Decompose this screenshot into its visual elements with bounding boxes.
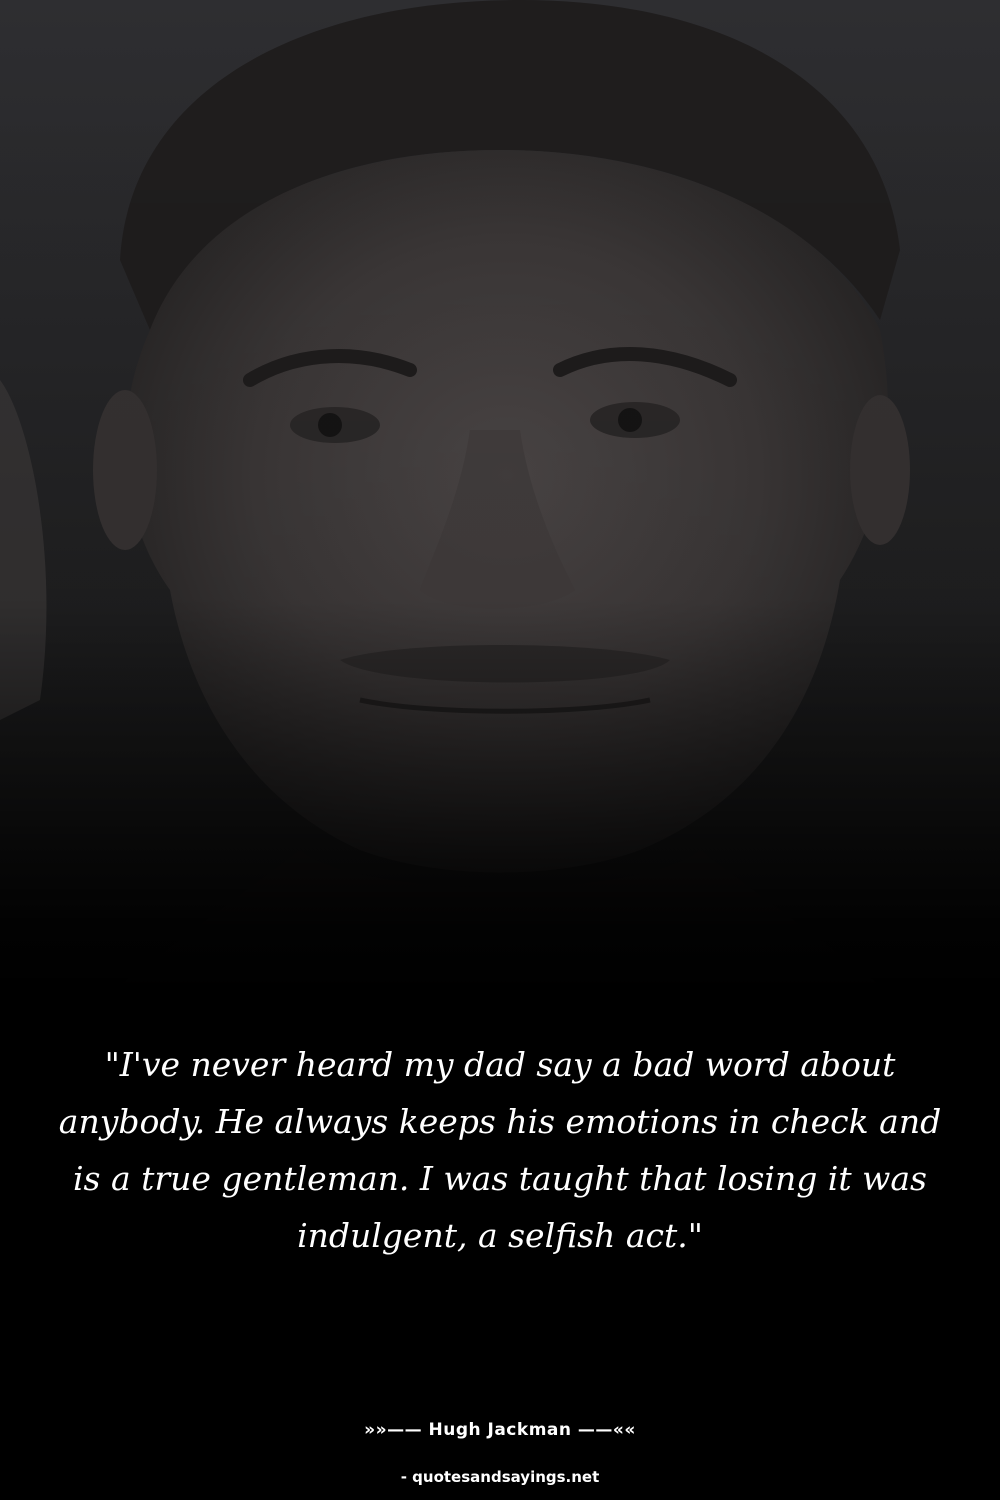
bottom-fade-overlay bbox=[0, 0, 1000, 1500]
source-watermark: - quotesandsayings.net bbox=[400, 1468, 600, 1486]
author-line: »»—— Hugh Jackman ——«« bbox=[364, 1420, 636, 1440]
quote-text: "I've never heard my dad say a bad word … bbox=[58, 1045, 942, 1255]
quote-poster: "I've never heard my dad say a bad word … bbox=[0, 0, 1000, 1500]
